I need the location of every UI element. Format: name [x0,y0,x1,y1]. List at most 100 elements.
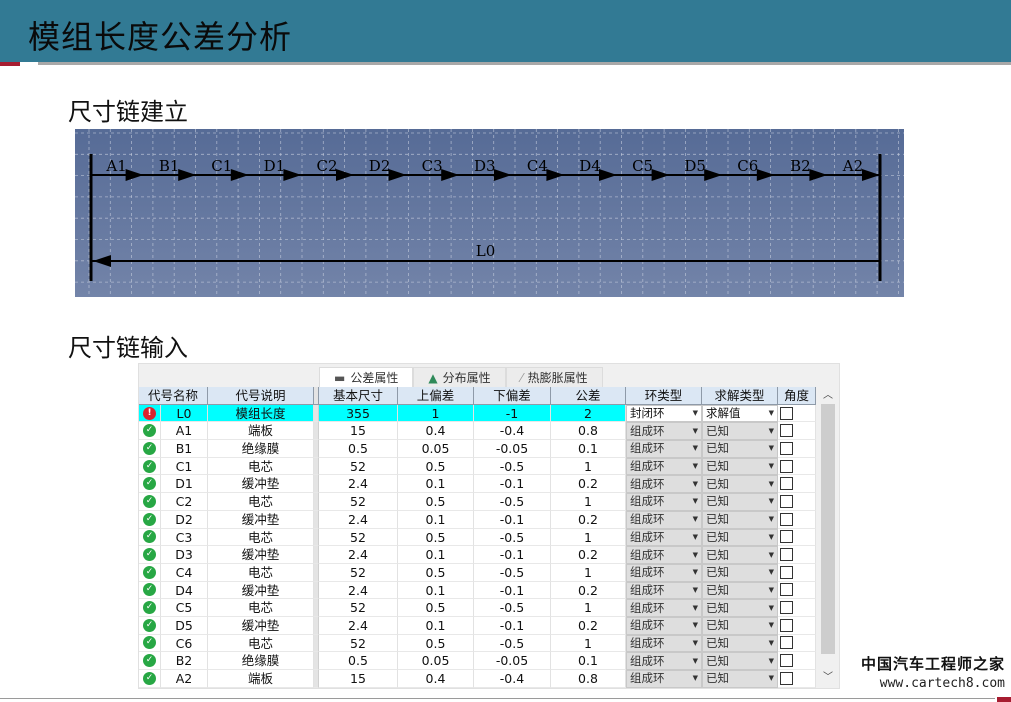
solve-type-select[interactable]: 已知 ▼ [702,616,778,635]
table-row[interactable]: ✓ C4 电芯 52 0.5 -0.5 1 组成环 ▼ 已知 ▼ [139,563,816,582]
ring-type-select[interactable]: 组成环 ▼ [626,634,702,653]
solve-type-select[interactable]: 已知 ▼ [702,528,778,547]
tol-cell[interactable]: 1 [551,599,626,617]
angle-checkbox[interactable] [780,406,793,420]
dropdown-arrow-icon[interactable]: ▼ [769,406,774,422]
dropdown-arrow-icon[interactable]: ▼ [769,618,774,634]
upper-cell[interactable]: 0.1 [398,510,474,529]
angle-checkbox[interactable] [780,583,793,597]
solve-type-select[interactable]: 求解值 ▼ [702,404,778,423]
tol-cell[interactable]: 0.2 [551,616,626,635]
tol-cell[interactable]: 1 [551,634,626,653]
tol-cell[interactable]: 1 [551,457,626,476]
dropdown-arrow-icon[interactable]: ▼ [769,512,774,528]
vertical-scrollbar[interactable]: ︿ ﹀ [819,388,837,688]
name-cell[interactable]: L0 [161,404,208,423]
tab-distribution[interactable]: ▲ 分布属性 [413,367,506,387]
name-cell[interactable]: C6 [161,634,208,653]
solve-type-select[interactable]: 已知 ▼ [702,440,778,458]
base-cell[interactable]: 2.4 [319,546,398,564]
dropdown-arrow-icon[interactable]: ▼ [769,636,774,652]
base-cell[interactable]: 0.5 [319,652,398,670]
table-row[interactable]: ✓ C6 电芯 52 0.5 -0.5 1 组成环 ▼ 已知 ▼ [139,634,816,653]
lower-cell[interactable]: -0.4 [474,422,551,441]
dropdown-arrow-icon[interactable]: ▼ [693,618,698,634]
upper-cell[interactable]: 0.4 [398,422,474,441]
table-row[interactable]: ! L0 模组长度 355 1 -1 2 封闭环 ▼ 求解值 ▼ [139,404,816,423]
dropdown-arrow-icon[interactable]: ▼ [769,565,774,581]
name-cell[interactable]: C2 [161,493,208,511]
col-header-upper[interactable]: 上偏差 [398,387,474,405]
solve-type-select[interactable]: 已知 ▼ [702,493,778,511]
desc-cell[interactable]: 缓冲垫 [208,510,314,529]
solve-type-select[interactable]: 已知 ▼ [702,634,778,653]
lower-cell[interactable]: -0.05 [474,440,551,458]
name-cell[interactable]: B1 [161,440,208,458]
solve-type-select[interactable]: 已知 ▼ [702,546,778,564]
solve-type-select[interactable]: 已知 ▼ [702,581,778,600]
name-cell[interactable]: D4 [161,581,208,600]
col-header-base[interactable]: 基本尺寸 [319,387,398,405]
desc-cell[interactable]: 缓冲垫 [208,475,314,494]
ring-type-select[interactable]: 组成环 ▼ [626,581,702,600]
name-cell[interactable]: D1 [161,475,208,494]
dropdown-arrow-icon[interactable]: ▼ [693,583,698,599]
name-cell[interactable]: A2 [161,670,208,688]
name-cell[interactable]: D2 [161,510,208,529]
desc-cell[interactable]: 电芯 [208,528,314,547]
angle-checkbox[interactable] [780,548,793,562]
name-cell[interactable]: C4 [161,563,208,582]
table-row[interactable]: ✓ C1 电芯 52 0.5 -0.5 1 组成环 ▼ 已知 ▼ [139,457,816,476]
ring-type-select[interactable]: 组成环 ▼ [626,546,702,564]
lower-cell[interactable]: -0.1 [474,616,551,635]
name-cell[interactable]: C5 [161,599,208,617]
tab-ruler[interactable]: ▬ 公差属性 [319,367,414,387]
dropdown-arrow-icon[interactable]: ▼ [693,494,698,510]
base-cell[interactable]: 52 [319,634,398,653]
solve-type-select[interactable]: 已知 ▼ [702,563,778,582]
lower-cell[interactable]: -0.1 [474,546,551,564]
table-row[interactable]: ✓ D5 缓冲垫 2.4 0.1 -0.1 0.2 组成环 ▼ 已知 ▼ [139,616,816,635]
angle-checkbox[interactable] [780,671,793,685]
angle-checkbox[interactable] [780,601,793,615]
upper-cell[interactable]: 0.05 [398,440,474,458]
base-cell[interactable]: 52 [319,528,398,547]
dropdown-arrow-icon[interactable]: ▼ [769,476,774,492]
base-cell[interactable]: 52 [319,563,398,582]
desc-cell[interactable]: 缓冲垫 [208,616,314,635]
ring-type-select[interactable]: 组成环 ▼ [626,563,702,582]
dropdown-arrow-icon[interactable]: ▼ [693,529,698,545]
upper-cell[interactable]: 0.1 [398,546,474,564]
tol-cell[interactable]: 1 [551,493,626,511]
desc-cell[interactable]: 电芯 [208,563,314,582]
desc-cell[interactable]: 缓冲垫 [208,546,314,564]
upper-cell[interactable]: 0.1 [398,581,474,600]
lower-cell[interactable]: -0.5 [474,563,551,582]
angle-checkbox[interactable] [780,512,793,526]
dropdown-arrow-icon[interactable]: ▼ [769,600,774,616]
dropdown-arrow-icon[interactable]: ▼ [769,494,774,510]
base-cell[interactable]: 15 [319,422,398,441]
solve-type-select[interactable]: 已知 ▼ [702,670,778,688]
ring-type-select[interactable]: 组成环 ▼ [626,510,702,529]
tol-cell[interactable]: 0.2 [551,546,626,564]
table-row[interactable]: ✓ A2 端板 15 0.4 -0.4 0.8 组成环 ▼ 已知 ▼ [139,670,816,688]
lower-cell[interactable]: -0.5 [474,493,551,511]
solve-type-select[interactable]: 已知 ▼ [702,652,778,670]
solve-type-select[interactable]: 已知 ▼ [702,599,778,617]
desc-cell[interactable]: 绝缘膜 [208,440,314,458]
ring-type-select[interactable]: 组成环 ▼ [626,422,702,441]
upper-cell[interactable]: 0.5 [398,528,474,547]
tol-cell[interactable]: 0.1 [551,652,626,670]
solve-type-select[interactable]: 已知 ▼ [702,457,778,476]
base-cell[interactable]: 355 [319,404,398,423]
table-row[interactable]: ✓ B1 绝缘膜 0.5 0.05 -0.05 0.1 组成环 ▼ 已知 ▼ [139,440,816,458]
solve-type-select[interactable]: 已知 ▼ [702,510,778,529]
dropdown-arrow-icon[interactable]: ▼ [769,423,774,439]
ring-type-select[interactable]: 组成环 ▼ [626,599,702,617]
dropdown-arrow-icon[interactable]: ▼ [693,423,698,439]
angle-checkbox[interactable] [780,530,793,544]
angle-checkbox[interactable] [780,618,793,632]
dropdown-arrow-icon[interactable]: ▼ [769,583,774,599]
desc-cell[interactable]: 绝缘膜 [208,652,314,670]
